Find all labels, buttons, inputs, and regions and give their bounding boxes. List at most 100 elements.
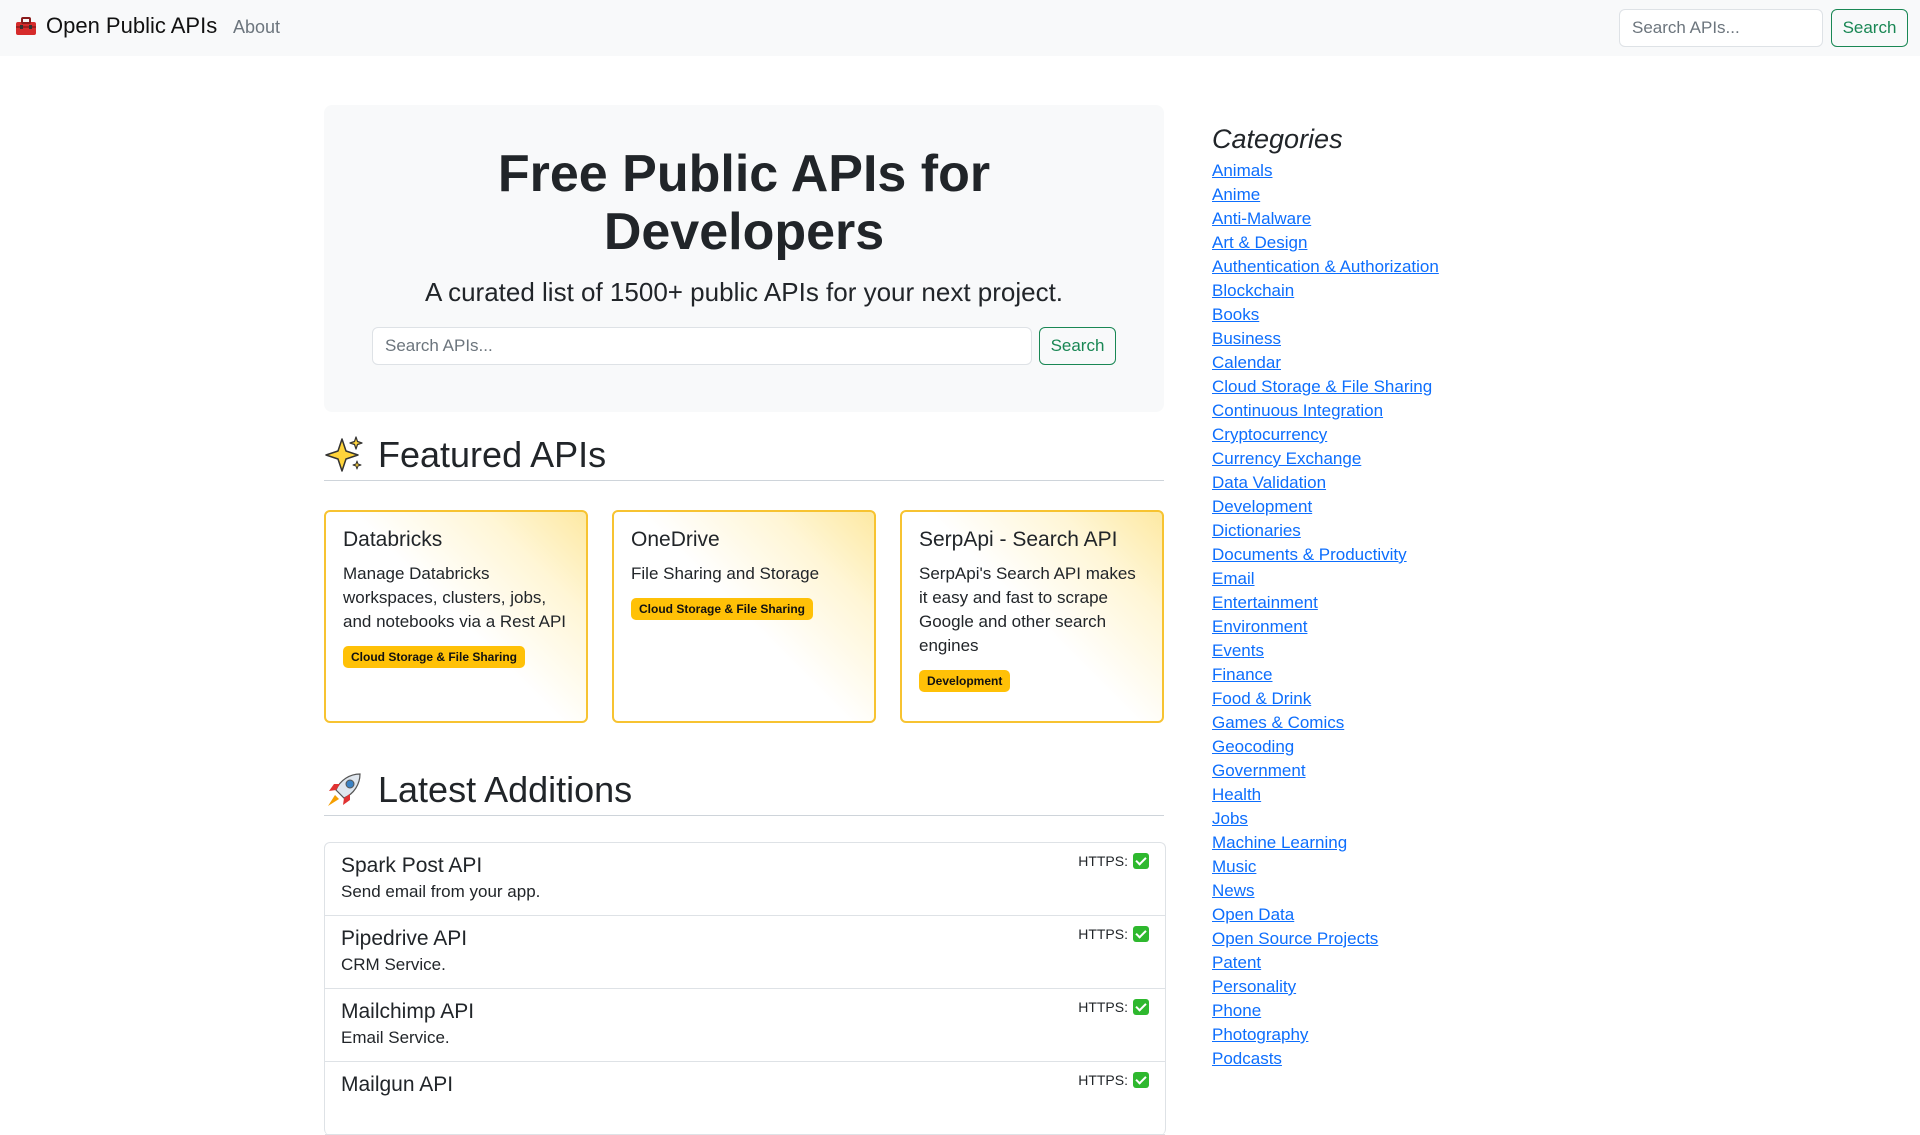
nav-link-about[interactable]: About — [233, 17, 280, 38]
category-link[interactable]: Documents & Productivity — [1212, 545, 1407, 564]
category-item: Health — [1212, 783, 1439, 807]
category-link[interactable]: Email — [1212, 569, 1255, 588]
https-indicator: HTTPS: — [1078, 1072, 1149, 1088]
featured-card-databricks[interactable]: Databricks Manage Databricks workspaces,… — [324, 510, 588, 723]
category-link[interactable]: Geocoding — [1212, 737, 1294, 756]
category-link[interactable]: Machine Learning — [1212, 833, 1347, 852]
category-item: Finance — [1212, 663, 1439, 687]
category-link[interactable]: Development — [1212, 497, 1312, 516]
featured-title: Featured APIs — [378, 434, 607, 475]
list-item[interactable]: Mailgun API HTTPS: — [325, 1062, 1165, 1135]
category-link[interactable]: Environment — [1212, 617, 1307, 636]
category-link[interactable]: Podcasts — [1212, 1049, 1282, 1068]
featured-card-onedrive[interactable]: OneDrive File Sharing and Storage Cloud … — [612, 510, 876, 723]
category-link[interactable]: Games & Comics — [1212, 713, 1344, 732]
category-link[interactable]: Anti-Malware — [1212, 209, 1311, 228]
navbar: Open Public APIs About Search — [0, 0, 1920, 56]
list-item[interactable]: Pipedrive API CRM Service. HTTPS: — [325, 916, 1165, 989]
category-item: Art & Design — [1212, 231, 1439, 255]
category-item: Authentication & Authorization — [1212, 255, 1439, 279]
latest-api-list: Spark Post API Send email from your app.… — [324, 842, 1166, 1135]
category-item: Games & Comics — [1212, 711, 1439, 735]
hero-title-line2: Developers — [603, 203, 885, 261]
category-item: Dictionaries — [1212, 519, 1439, 543]
category-item: Patent — [1212, 951, 1439, 975]
category-link[interactable]: Animals — [1212, 161, 1272, 180]
latest-heading: Latest Additions — [324, 765, 1164, 816]
category-link[interactable]: Entertainment — [1212, 593, 1318, 612]
category-link[interactable]: Authentication & Authorization — [1212, 257, 1439, 276]
https-indicator: HTTPS: — [1078, 926, 1149, 942]
category-item: Business — [1212, 327, 1439, 351]
category-item: Jobs — [1212, 807, 1439, 831]
category-link[interactable]: Books — [1212, 305, 1259, 324]
category-item: Photography — [1212, 1023, 1439, 1047]
category-item: Animals — [1212, 159, 1439, 183]
category-link[interactable]: Events — [1212, 641, 1264, 660]
https-label: HTTPS: — [1078, 926, 1128, 942]
category-link[interactable]: Government — [1212, 761, 1306, 780]
brand-link[interactable]: Open Public APIs — [14, 13, 217, 39]
category-link[interactable]: Personality — [1212, 977, 1296, 996]
hero-title-line1: Free Public APIs for — [497, 145, 991, 203]
category-item: Music — [1212, 855, 1439, 879]
category-link[interactable]: Anime — [1212, 185, 1260, 204]
category-item: Continuous Integration — [1212, 399, 1439, 423]
category-item: Events — [1212, 639, 1439, 663]
api-description: CRM Service. — [341, 955, 446, 974]
category-link[interactable]: Finance — [1212, 665, 1272, 684]
category-link[interactable]: Health — [1212, 785, 1261, 804]
category-link[interactable]: Data Validation — [1212, 473, 1326, 492]
category-item: Development — [1212, 495, 1439, 519]
api-name: Spark Post API — [341, 854, 483, 877]
featured-heading: Featured APIs — [324, 430, 1164, 481]
category-item: Blockchain — [1212, 279, 1439, 303]
category-link[interactable]: Cryptocurrency — [1212, 425, 1327, 444]
category-link[interactable]: Dictionaries — [1212, 521, 1301, 540]
card-description: Manage Databricks workspaces, clusters, … — [343, 564, 567, 631]
category-item: Personality — [1212, 975, 1439, 999]
category-link[interactable]: Business — [1212, 329, 1281, 348]
navbar-search-button[interactable]: Search — [1831, 9, 1908, 47]
category-item: Machine Learning — [1212, 831, 1439, 855]
category-link[interactable]: News — [1212, 881, 1255, 900]
category-link[interactable]: Blockchain — [1212, 281, 1294, 300]
featured-card-serpapi[interactable]: SerpApi - Search API SerpApi's Search AP… — [900, 510, 1164, 723]
category-link[interactable]: Food & Drink — [1212, 689, 1311, 708]
https-label: HTTPS: — [1078, 853, 1128, 869]
category-item: Podcasts — [1212, 1047, 1439, 1071]
category-badge: Cloud Storage & File Sharing — [343, 646, 526, 668]
category-item: News — [1212, 879, 1439, 903]
category-link[interactable]: Cloud Storage & File Sharing — [1212, 377, 1432, 396]
category-link[interactable]: Open Data — [1212, 905, 1294, 924]
hero-search-input[interactable] — [372, 327, 1032, 365]
https-indicator: HTTPS: — [1078, 999, 1149, 1015]
category-link[interactable]: Jobs — [1212, 809, 1248, 828]
hero-search-button[interactable]: Search — [1039, 327, 1116, 365]
category-link[interactable]: Music — [1212, 857, 1256, 876]
category-item: Cloud Storage & File Sharing — [1212, 375, 1439, 399]
card-description: File Sharing and Storage — [631, 564, 820, 583]
category-link[interactable]: Photography — [1212, 1025, 1308, 1044]
category-link[interactable]: Phone — [1212, 1001, 1261, 1020]
categories-title: Categories — [1212, 124, 1343, 154]
list-item[interactable]: Spark Post API Send email from your app.… — [325, 843, 1165, 916]
category-item: Open Data — [1212, 903, 1439, 927]
category-item: Open Source Projects — [1212, 927, 1439, 951]
category-link[interactable]: Patent — [1212, 953, 1261, 972]
card-title: SerpApi - Search API — [919, 528, 1118, 551]
rocket-icon — [328, 773, 361, 806]
category-item: Email — [1212, 567, 1439, 591]
category-link[interactable]: Continuous Integration — [1212, 401, 1383, 420]
category-badge: Cloud Storage & File Sharing — [631, 598, 814, 620]
sparkles-icon — [325, 436, 363, 472]
list-item[interactable]: Mailchimp API Email Service. HTTPS: — [325, 989, 1165, 1062]
category-link[interactable]: Art & Design — [1212, 233, 1307, 252]
category-item: Currency Exchange — [1212, 447, 1439, 471]
category-link[interactable]: Calendar — [1212, 353, 1281, 372]
category-link[interactable]: Open Source Projects — [1212, 929, 1378, 948]
hero-subtitle: A curated list of 1500+ public APIs for … — [424, 277, 1064, 307]
api-name: Mailchimp API — [341, 1000, 475, 1023]
category-link[interactable]: Currency Exchange — [1212, 449, 1361, 468]
navbar-search-input[interactable] — [1619, 9, 1823, 47]
